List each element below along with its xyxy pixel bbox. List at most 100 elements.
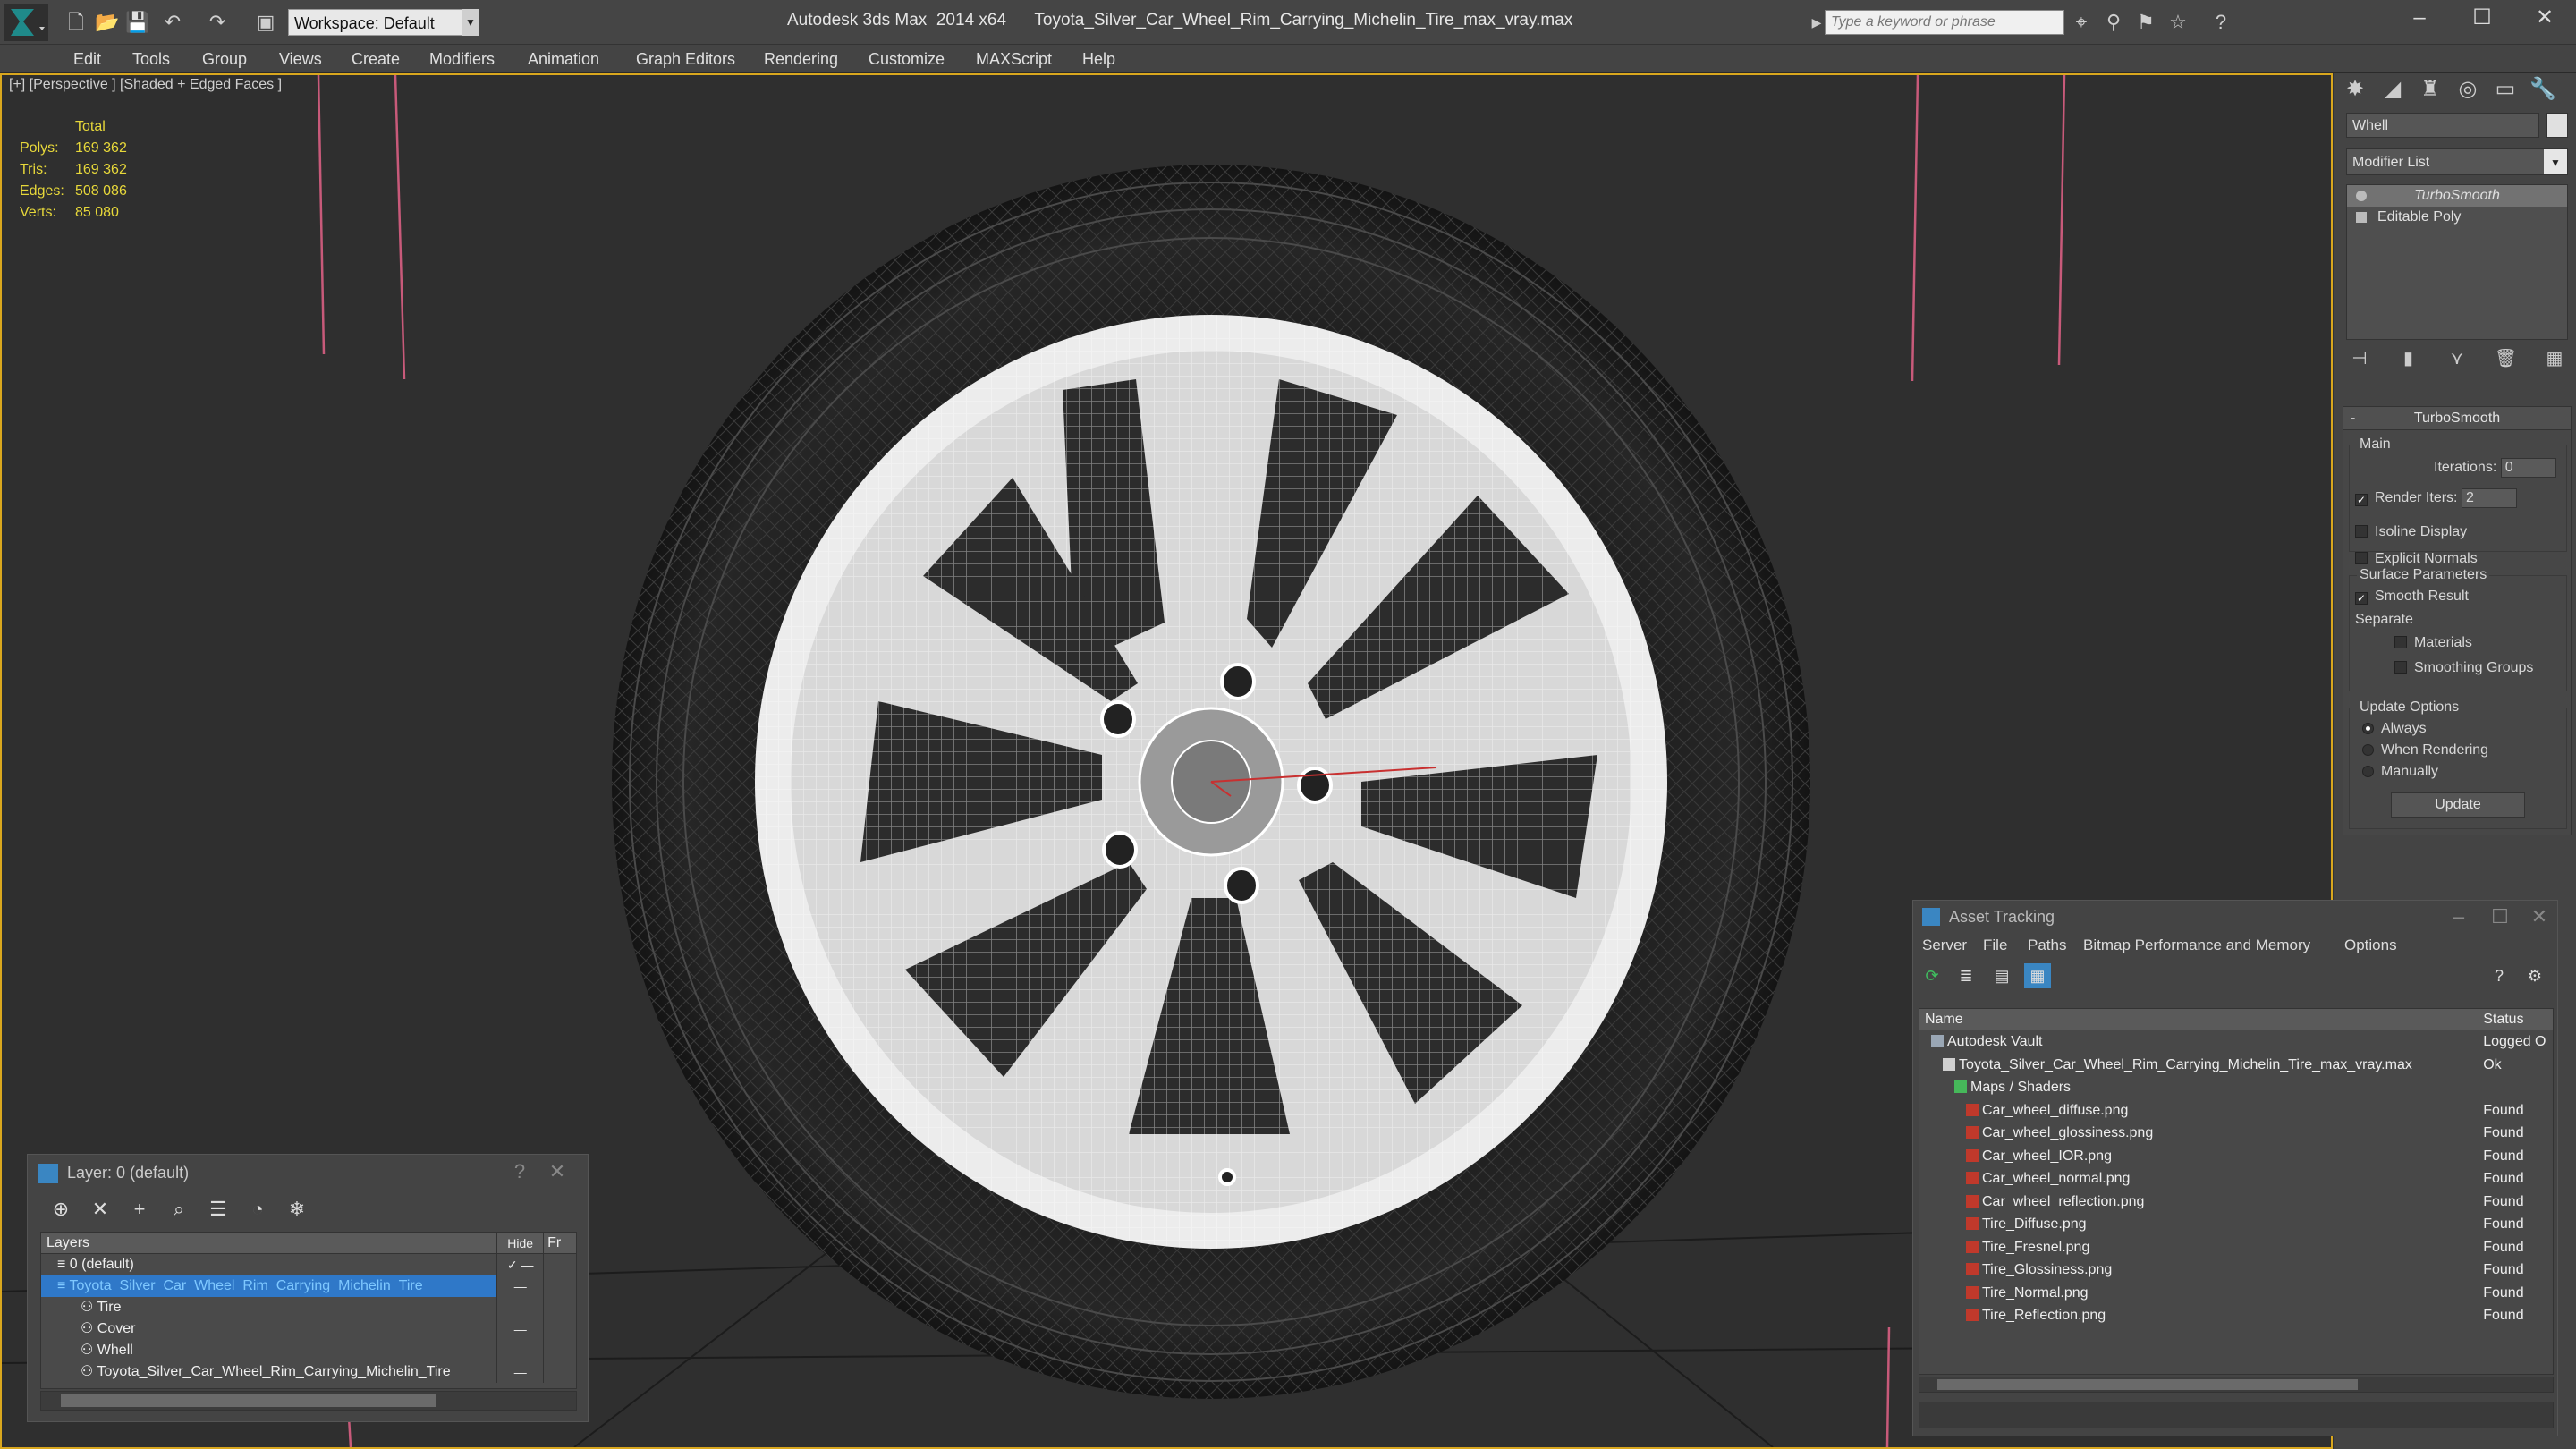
select-objects-icon[interactable]: ⌕ bbox=[164, 1196, 194, 1223]
layer-freeze-toggle[interactable] bbox=[544, 1340, 576, 1361]
isoline-checkbox[interactable] bbox=[2355, 525, 2368, 538]
motion-tab-icon[interactable]: ◎ bbox=[2450, 73, 2486, 106]
asset-row[interactable]: Tire_Diffuse.png Found bbox=[1919, 1213, 2553, 1236]
asset-row[interactable]: Car_wheel_IOR.png Found bbox=[1919, 1144, 2553, 1167]
highlight-layer-icon[interactable]: ☰ bbox=[203, 1196, 233, 1223]
asset-row[interactable]: Tire_Fresnel.png Found bbox=[1919, 1235, 2553, 1258]
object-color-swatch[interactable] bbox=[2546, 113, 2568, 138]
col-hide-header[interactable]: Hide bbox=[497, 1233, 545, 1253]
grid-view-icon[interactable]: ▦ bbox=[2024, 963, 2051, 988]
smoothing-groups-checkbox[interactable] bbox=[2394, 661, 2407, 674]
maximize-icon[interactable]: ☐ bbox=[2482, 904, 2518, 929]
asset-row[interactable]: Toyota_Silver_Car_Wheel_Rim_Carrying_Mic… bbox=[1919, 1053, 2553, 1076]
asset-row[interactable]: Maps / Shaders bbox=[1919, 1076, 2553, 1099]
undo-icon[interactable]: ↶ bbox=[161, 11, 184, 34]
configure-sets-icon[interactable]: ▦ bbox=[2541, 345, 2568, 372]
project-folder-icon[interactable]: ▣ bbox=[254, 11, 277, 34]
layer-hide-toggle[interactable]: ✓ ― bbox=[497, 1254, 545, 1275]
display-tab-icon[interactable]: ▭ bbox=[2487, 73, 2523, 106]
modifier-list-dropdown[interactable]: Modifier List ▼ bbox=[2346, 148, 2568, 175]
asset-row[interactable]: Autodesk Vault Logged O bbox=[1919, 1030, 2553, 1054]
asset-row[interactable]: Car_wheel_reflection.png Found bbox=[1919, 1190, 2553, 1213]
stack-item-editable-poly[interactable]: Editable Poly bbox=[2347, 207, 2567, 228]
remove-modifier-icon[interactable]: 🗑 bbox=[2493, 345, 2520, 372]
add-to-layer-icon[interactable]: + bbox=[124, 1196, 155, 1223]
asset-horizontal-scrollbar[interactable] bbox=[1919, 1377, 2554, 1393]
col-layers-header[interactable]: Layers bbox=[41, 1233, 498, 1253]
asset-menu-options[interactable]: Options bbox=[2344, 936, 2397, 954]
asset-row[interactable]: Tire_Glossiness.png Found bbox=[1919, 1258, 2553, 1282]
help-icon[interactable]: ? bbox=[502, 1158, 538, 1185]
help-icon[interactable]: ? bbox=[2209, 11, 2233, 34]
app-logo-icon[interactable] bbox=[4, 4, 48, 41]
close-icon[interactable]: ✕ bbox=[539, 1158, 575, 1185]
layer-row[interactable]: ⚇ Tire ― bbox=[41, 1297, 576, 1318]
list-view-icon[interactable]: ≣ bbox=[1953, 963, 1979, 988]
col-status-header[interactable]: Status bbox=[2479, 1009, 2553, 1030]
modify-tab-icon[interactable]: ◢ bbox=[2375, 73, 2411, 106]
menu-help[interactable]: Help bbox=[1082, 45, 1115, 73]
open-file-icon[interactable]: 📂 bbox=[95, 11, 119, 34]
layer-freeze-toggle[interactable] bbox=[544, 1254, 576, 1275]
asset-menu-file[interactable]: File bbox=[1983, 936, 2007, 954]
asset-menu-paths[interactable]: Paths bbox=[2028, 936, 2066, 954]
asset-row[interactable]: Car_wheel_normal.png Found bbox=[1919, 1167, 2553, 1191]
workspace-menu-arrow[interactable]: ▼ bbox=[462, 9, 479, 36]
close-icon[interactable]: ✕ bbox=[2521, 904, 2557, 929]
menu-graph-editors[interactable]: Graph Editors bbox=[636, 45, 735, 73]
show-end-result-icon[interactable]: ▮ bbox=[2395, 345, 2422, 372]
minimize-icon[interactable]: – bbox=[2441, 904, 2477, 929]
create-tab-icon[interactable]: ✸ bbox=[2337, 73, 2373, 106]
asset-row[interactable]: Car_wheel_glossiness.png Found bbox=[1919, 1122, 2553, 1145]
layer-hide-toggle[interactable]: ― bbox=[497, 1318, 545, 1340]
minimize-icon[interactable]: – bbox=[2388, 0, 2451, 39]
table-view-icon[interactable]: ▤ bbox=[1988, 963, 2015, 988]
materials-checkbox[interactable] bbox=[2394, 636, 2407, 648]
asset-row[interactable]: Tire_Normal.png Found bbox=[1919, 1281, 2553, 1304]
always-radio[interactable] bbox=[2362, 723, 2374, 734]
freeze-all-icon[interactable]: ❄ bbox=[282, 1196, 312, 1223]
hierarchy-tab-icon[interactable]: ♜ bbox=[2412, 73, 2448, 106]
menu-group[interactable]: Group bbox=[202, 45, 247, 73]
explicit-normals-checkbox[interactable] bbox=[2355, 552, 2368, 564]
layer-hide-toggle[interactable]: ― bbox=[497, 1361, 545, 1383]
layer-horizontal-scrollbar[interactable] bbox=[40, 1391, 577, 1411]
layer-row[interactable]: ≡ Toyota_Silver_Car_Wheel_Rim_Carrying_M… bbox=[41, 1275, 576, 1297]
close-icon[interactable]: ✕ bbox=[2513, 0, 2576, 39]
render-iters-spinner[interactable]: 2 bbox=[2461, 488, 2517, 508]
layer-freeze-toggle[interactable] bbox=[544, 1297, 576, 1318]
col-freeze-header[interactable]: Fr bbox=[544, 1233, 576, 1253]
menu-maxscript[interactable]: MAXScript bbox=[976, 45, 1052, 73]
render-iters-checkbox[interactable]: ✓ bbox=[2355, 494, 2368, 507]
menu-modifiers[interactable]: Modifiers bbox=[429, 45, 495, 73]
workspace-dropdown[interactable]: Workspace: Default ▼ bbox=[288, 9, 479, 36]
communication-center-icon[interactable]: ⚲ bbox=[2102, 11, 2125, 34]
asset-menu-bitmap-performance[interactable]: Bitmap Performance and Memory bbox=[2083, 936, 2310, 954]
help-icon[interactable]: ? bbox=[2486, 963, 2512, 988]
viewport-label[interactable]: [+] [Perspective ] [Shaded + Edged Faces… bbox=[9, 77, 282, 93]
search-expand-icon[interactable]: ▶ bbox=[1809, 11, 1825, 34]
pin-stack-icon[interactable]: ⊣ bbox=[2346, 345, 2373, 372]
layer-hide-toggle[interactable]: ― bbox=[497, 1275, 545, 1297]
scrollbar-thumb[interactable] bbox=[1937, 1379, 2358, 1390]
rollout-header[interactable]: - TurboSmooth bbox=[2343, 407, 2571, 430]
asset-row[interactable]: Tire_Reflection.png Found bbox=[1919, 1304, 2553, 1327]
layer-row[interactable]: ≡ 0 (default) ✓ ― bbox=[41, 1254, 576, 1275]
asset-row[interactable]: Car_wheel_diffuse.png Found bbox=[1919, 1098, 2553, 1122]
new-layer-icon[interactable]: ⊕ bbox=[46, 1196, 76, 1223]
search-input[interactable]: Type a keyword or phrase bbox=[1825, 10, 2064, 35]
update-button[interactable]: Update bbox=[2391, 792, 2525, 818]
favorites-star-icon[interactable]: ☆ bbox=[2166, 11, 2190, 34]
layer-row[interactable]: ⚇ Whell ― bbox=[41, 1340, 576, 1361]
layer-hide-toggle[interactable]: ― bbox=[497, 1297, 545, 1318]
layer-row[interactable]: ⚇ Cover ― bbox=[41, 1318, 576, 1340]
subscription-icon[interactable]: ⚑ bbox=[2134, 11, 2157, 34]
manually-radio[interactable] bbox=[2362, 766, 2374, 777]
redo-icon[interactable]: ↷ bbox=[206, 11, 229, 34]
utilities-tab-icon[interactable]: 🔧 bbox=[2525, 73, 2561, 106]
col-name-header[interactable]: Name bbox=[1919, 1009, 2480, 1030]
iterations-spinner[interactable]: 0 bbox=[2500, 458, 2556, 478]
expand-plus-icon[interactable] bbox=[2356, 212, 2367, 223]
save-icon[interactable]: 💾 bbox=[125, 11, 149, 34]
binoculars-icon[interactable]: ⌖ bbox=[2070, 11, 2093, 34]
